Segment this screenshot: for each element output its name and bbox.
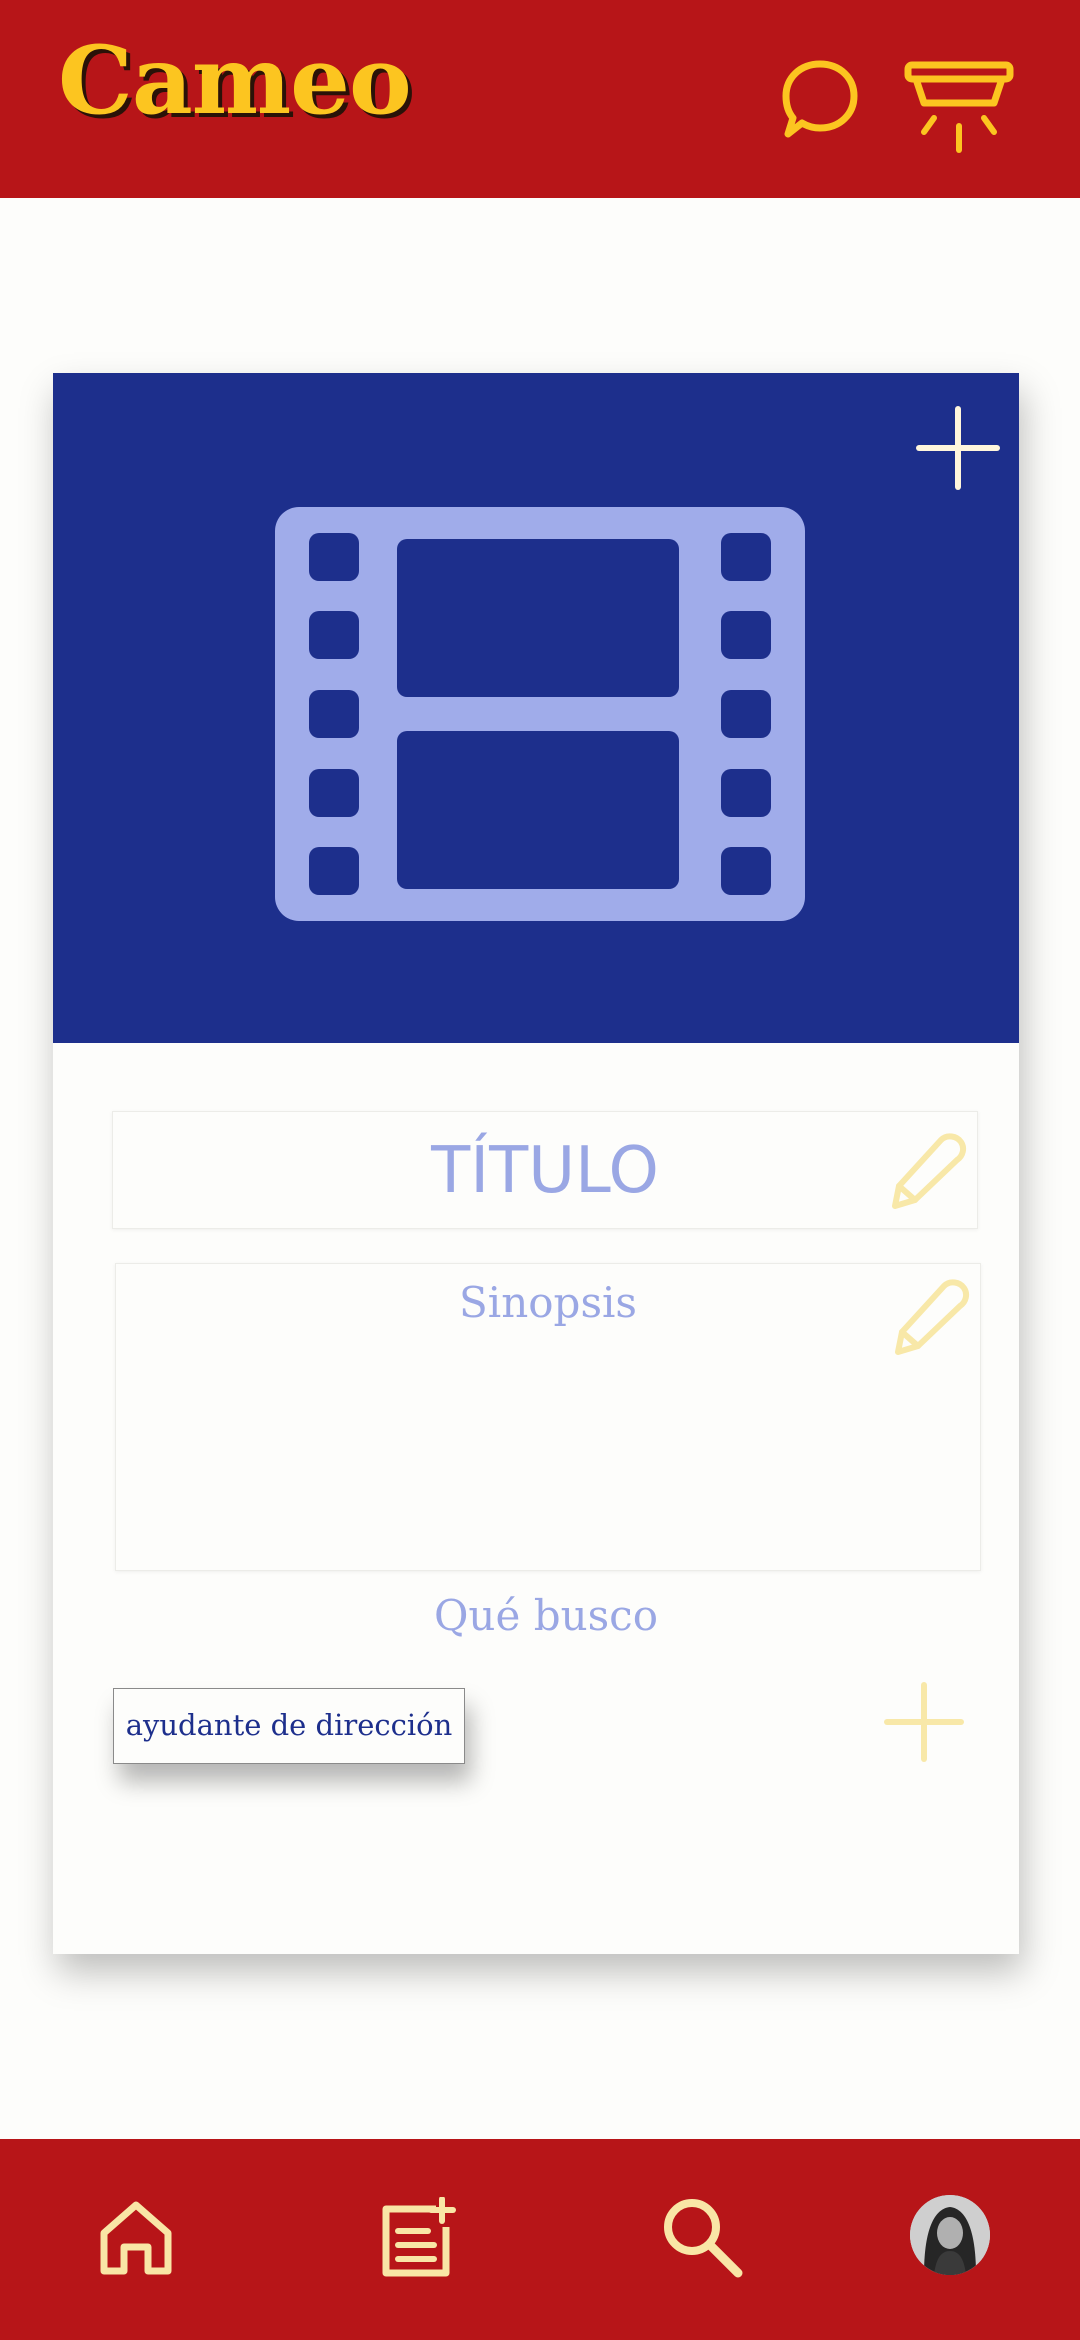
bottom-nav-bar xyxy=(0,2139,1080,2340)
app-logo[interactable]: Cameo xyxy=(58,34,412,128)
avatar-image xyxy=(910,2195,990,2275)
edit-pencil-icon[interactable] xyxy=(890,1278,970,1358)
chat-bubble-icon[interactable] xyxy=(780,56,860,142)
ceiling-lamp-icon[interactable] xyxy=(904,56,1014,156)
project-card: TÍTULO Sinopsis Qué busco ayudante de di… xyxy=(53,373,1019,1954)
synopsis-field[interactable]: Sinopsis xyxy=(115,1263,981,1571)
edit-pencil-icon[interactable] xyxy=(887,1132,967,1212)
search-icon[interactable] xyxy=(660,2195,744,2279)
plus-icon[interactable] xyxy=(913,403,1003,493)
film-strip-icon xyxy=(275,507,805,921)
synopsis-placeholder: Sinopsis xyxy=(459,1278,637,1327)
title-field[interactable]: TÍTULO xyxy=(112,1111,978,1229)
cover-image-area[interactable] xyxy=(53,373,1019,1043)
title-placeholder: TÍTULO xyxy=(431,1134,659,1208)
home-icon[interactable] xyxy=(96,2197,176,2277)
role-chip[interactable]: ayudante de dirección xyxy=(113,1688,465,1764)
top-app-bar: Cameo xyxy=(0,0,1080,198)
profile-avatar[interactable] xyxy=(910,2195,990,2275)
seeking-label: Qué busco xyxy=(434,1591,658,1640)
plus-icon[interactable] xyxy=(881,1679,967,1765)
new-post-icon[interactable] xyxy=(378,2197,458,2277)
